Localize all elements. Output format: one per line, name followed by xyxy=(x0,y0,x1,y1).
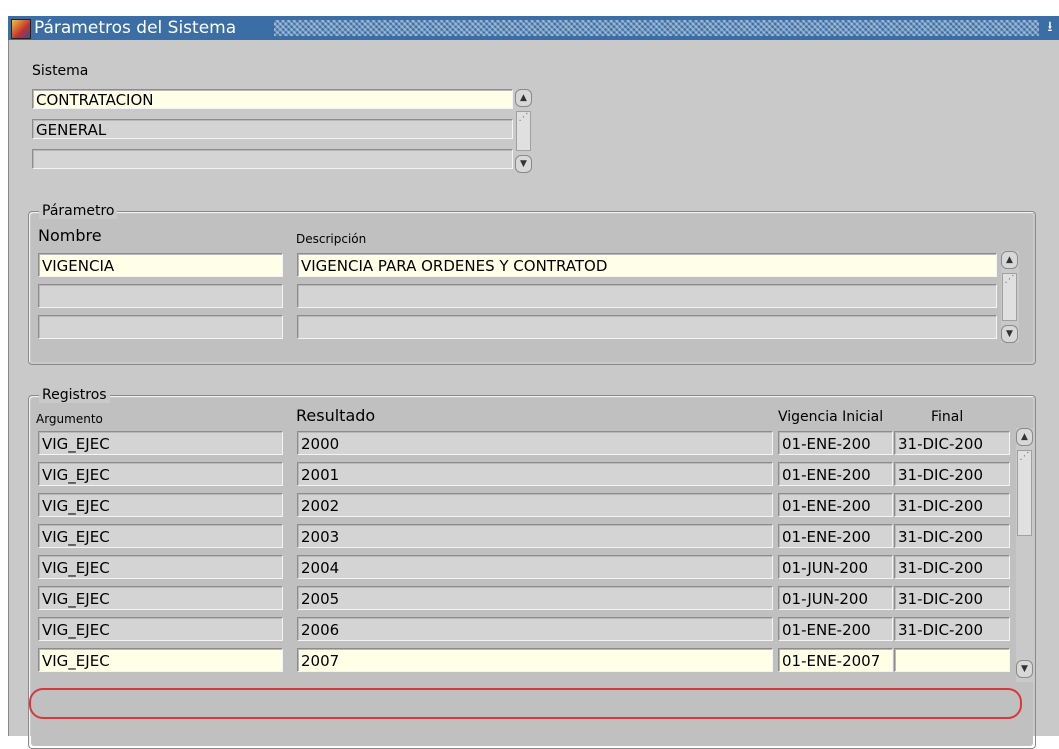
registro-argumento-field[interactable]: VIG_EJEC xyxy=(38,586,283,610)
scroll-up-icon[interactable]: ▲ xyxy=(1016,428,1033,446)
sistema-field-3[interactable] xyxy=(32,149,513,169)
registro-inicial-field[interactable]: 01-JUN-200 xyxy=(778,586,893,610)
sistema-field-1[interactable]: CONTRATACION xyxy=(32,89,513,109)
registros-scrollbar-lower[interactable]: ▼ xyxy=(1016,652,1034,682)
registro-argumento-field[interactable]: VIG_EJEC xyxy=(38,493,283,517)
sistema-scrollbar[interactable]: ▲ ⋰ ▼ xyxy=(515,89,533,173)
argumento-header: Argumento xyxy=(36,412,103,426)
title-bar[interactable]: Párametros del Sistema ⭳ xyxy=(8,16,1059,40)
parametro-scrollbar[interactable]: ▲ ⋰ ▼ xyxy=(1001,251,1019,343)
nombre-field-2[interactable] xyxy=(38,284,283,308)
sistema-field-2[interactable]: GENERAL xyxy=(32,119,513,139)
new-row-highlight xyxy=(29,688,1022,719)
scroll-thumb[interactable]: ⋰ xyxy=(1002,273,1017,321)
title-bar-pattern xyxy=(274,20,1039,36)
registro-inicial-field[interactable]: 01-ENE-200 xyxy=(778,462,893,486)
registro-resultado-field[interactable]: 2000 xyxy=(297,431,773,455)
registro-resultado-field[interactable]: 2002 xyxy=(297,493,773,517)
registro-argumento-field[interactable]: VIG_EJEC xyxy=(38,462,283,486)
descripcion-header: Descripción xyxy=(296,232,367,246)
nombre-field-3[interactable] xyxy=(38,315,283,339)
scroll-thumb[interactable]: ⋰ xyxy=(516,111,531,151)
descripcion-field-1[interactable]: VIGENCIA PARA ORDENES Y CONTRATOD xyxy=(297,253,997,277)
registro-inicial-field[interactable]: 01-ENE-200 xyxy=(778,431,893,455)
scroll-down-icon[interactable]: ▼ xyxy=(1001,325,1018,343)
scroll-thumb[interactable]: ⋰ xyxy=(1017,450,1032,536)
scroll-up-icon[interactable]: ▲ xyxy=(1001,251,1018,269)
parametro-legend: Párametro xyxy=(39,203,118,219)
scroll-down-icon[interactable]: ▼ xyxy=(515,155,532,173)
registro-inicial-field[interactable]: 01-ENE-200 xyxy=(778,493,893,517)
registros-scrollbar[interactable]: ▲ ⋰ xyxy=(1016,428,1034,680)
registro-resultado-field[interactable]: 2001 xyxy=(297,462,773,486)
registro-final-field[interactable]: 31-DIC-200 xyxy=(894,555,1010,579)
registro-inicial-field[interactable]: 01-ENE-200 xyxy=(778,617,893,641)
client-area: Sistema CONTRATACION GENERAL ▲ ⋰ ▼ Páram… xyxy=(8,40,1059,749)
minimize-icon[interactable]: ⭳ xyxy=(1043,20,1057,34)
nombre-header: Nombre xyxy=(38,226,102,245)
registro-argumento-field[interactable]: VIG_EJEC xyxy=(38,555,283,579)
descripcion-field-2[interactable] xyxy=(297,284,997,308)
scroll-down-icon[interactable]: ▼ xyxy=(1016,660,1033,678)
window-title: Párametros del Sistema xyxy=(34,18,237,38)
descripcion-field-3[interactable] xyxy=(297,315,997,339)
vigencia-inicial-header: Vigencia Inicial xyxy=(778,409,884,425)
registro-resultado-field[interactable]: 2003 xyxy=(297,524,773,548)
registro-resultado-field[interactable]: 2004 xyxy=(297,555,773,579)
registro-final-field[interactable]: 31-DIC-200 xyxy=(894,493,1010,517)
registro-final-field[interactable] xyxy=(894,648,1010,672)
scroll-up-icon[interactable]: ▲ xyxy=(515,89,532,107)
registro-inicial-field[interactable]: 01-ENE-2007 xyxy=(778,648,893,672)
sistema-label: Sistema xyxy=(32,63,89,79)
registro-argumento-field[interactable]: VIG_EJEC xyxy=(38,648,283,672)
app-icon xyxy=(11,19,31,39)
registro-final-field[interactable]: 31-DIC-200 xyxy=(894,431,1010,455)
registro-argumento-field[interactable]: VIG_EJEC xyxy=(38,524,283,548)
registro-argumento-field[interactable]: VIG_EJEC xyxy=(38,431,283,455)
final-header: Final xyxy=(931,409,964,425)
registros-legend: Registros xyxy=(39,387,110,403)
registro-final-field[interactable]: 31-DIC-200 xyxy=(894,586,1010,610)
registro-resultado-field[interactable]: 2005 xyxy=(297,586,773,610)
registro-final-field[interactable]: 31-DIC-200 xyxy=(894,462,1010,486)
registro-resultado-field[interactable]: 2007 xyxy=(297,648,773,672)
registro-argumento-field[interactable]: VIG_EJEC xyxy=(38,617,283,641)
registro-inicial-field[interactable]: 01-JUN-200 xyxy=(778,555,893,579)
nombre-field-1[interactable]: VIGENCIA xyxy=(38,253,283,277)
registro-inicial-field[interactable]: 01-ENE-200 xyxy=(778,524,893,548)
registro-final-field[interactable]: 31-DIC-200 xyxy=(894,617,1010,641)
registro-final-field[interactable]: 31-DIC-200 xyxy=(894,524,1010,548)
registro-resultado-field[interactable]: 2006 xyxy=(297,617,773,641)
resultado-header: Resultado xyxy=(296,406,376,425)
parametros-window: Párametros del Sistema ⭳ Sistema CONTRAT… xyxy=(0,0,1059,749)
